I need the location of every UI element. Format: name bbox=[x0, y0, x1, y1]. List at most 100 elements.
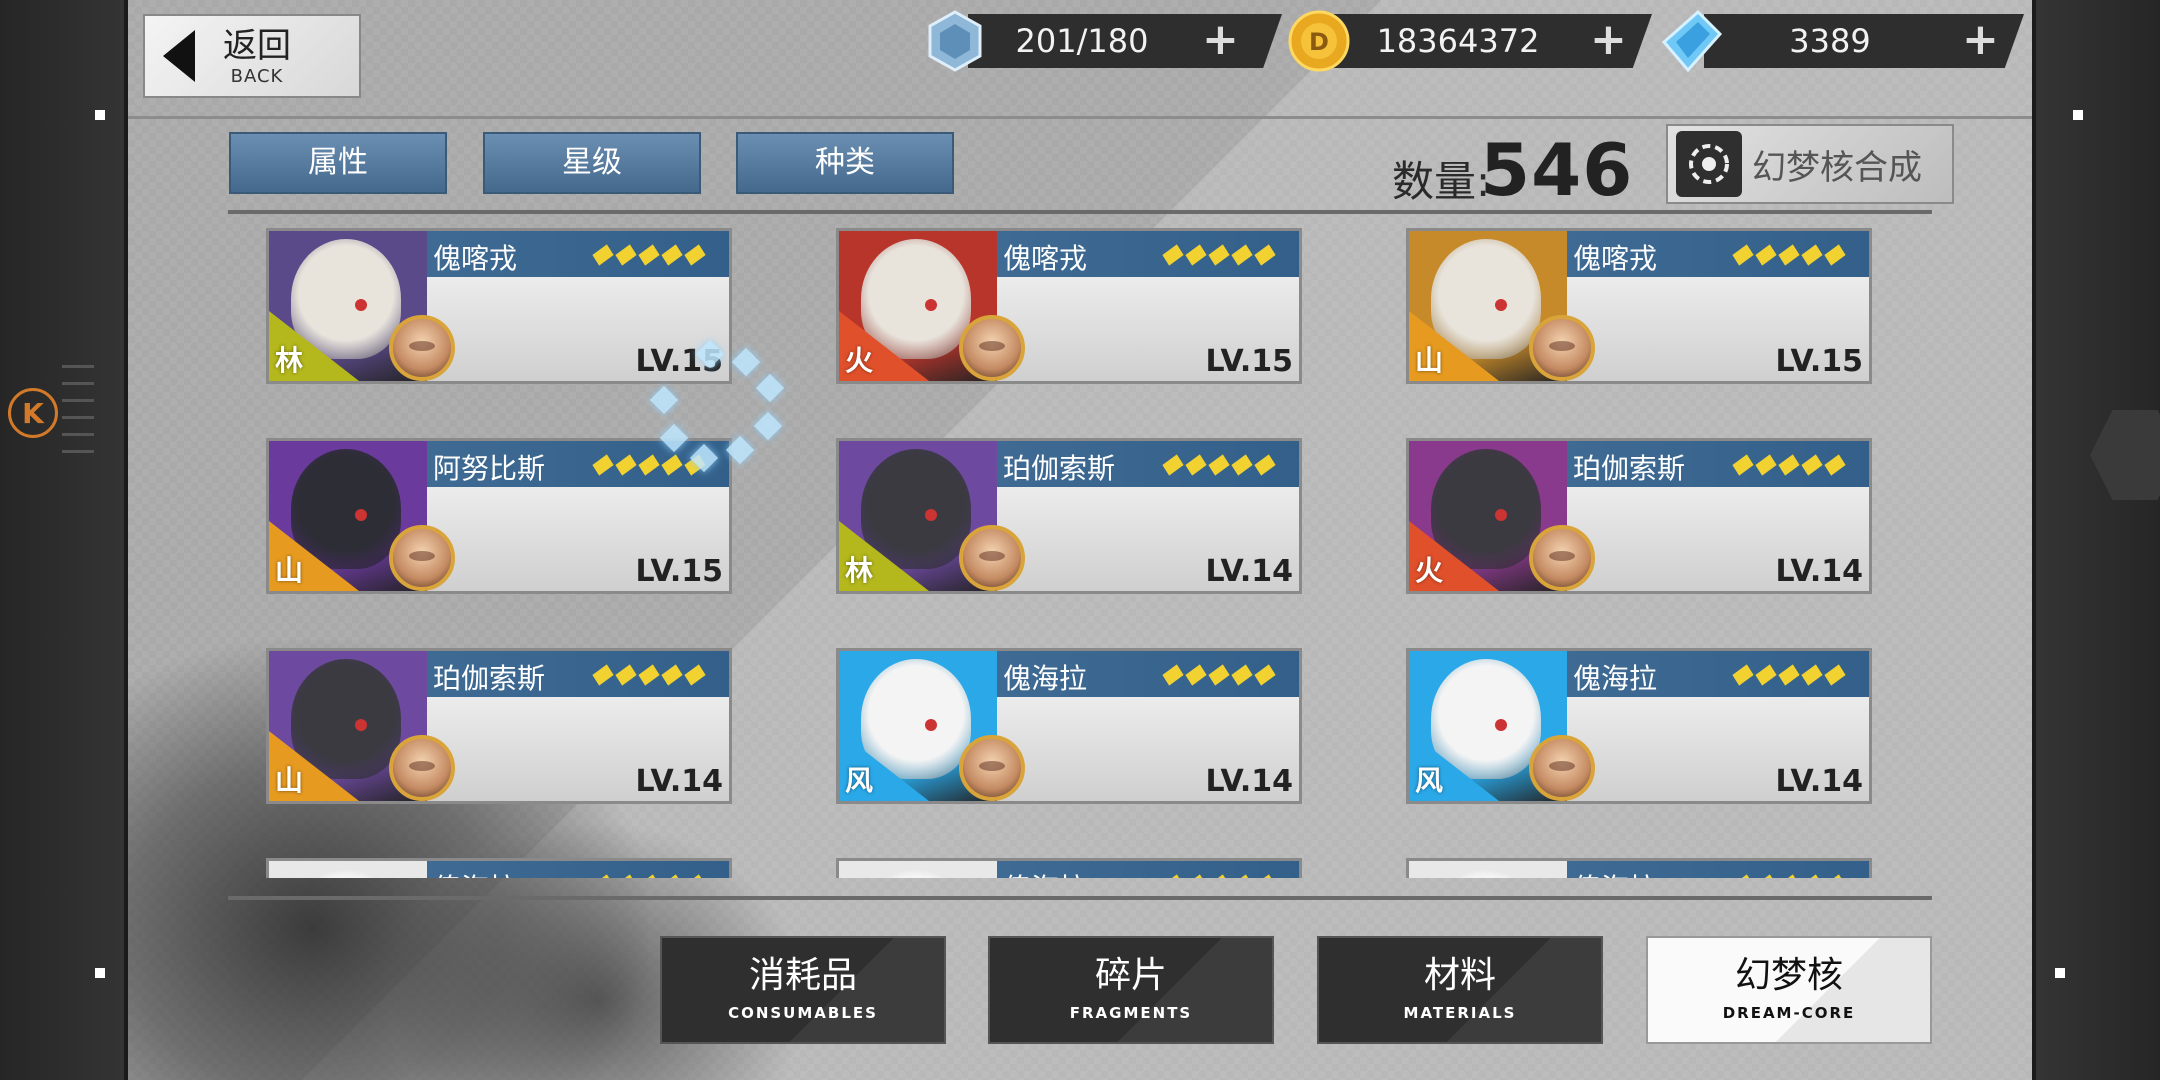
element-label: 火 bbox=[845, 344, 874, 377]
star-icon bbox=[1162, 664, 1184, 686]
star-icon bbox=[1231, 664, 1253, 686]
star-icon bbox=[1732, 874, 1754, 878]
resource-stamina: 201/180 + bbox=[922, 10, 1282, 72]
tab-materials[interactable]: 材料 MATERIALS bbox=[1317, 936, 1603, 1044]
star-icon bbox=[1208, 874, 1230, 878]
synthesis-label: 幻梦核合成 bbox=[1752, 147, 1922, 188]
grid-bottom-divider bbox=[228, 896, 1932, 900]
tab-materials-sublabel: MATERIALS bbox=[1403, 1004, 1517, 1022]
star-icon bbox=[1755, 664, 1777, 686]
card-body: LV.14 bbox=[997, 697, 1299, 801]
top-divider bbox=[128, 116, 2032, 119]
star-icon bbox=[1824, 244, 1846, 266]
card-name-bar: 珀伽索斯 bbox=[427, 651, 729, 697]
filter-type-button[interactable]: 种类 bbox=[736, 132, 954, 194]
dream-core-card[interactable]: 林 珀伽索斯 LV.14 bbox=[836, 438, 1302, 594]
diamond-value: 3389 bbox=[1789, 22, 1871, 60]
star-icon bbox=[592, 874, 614, 878]
card-name-bar: 傀海拉 bbox=[427, 861, 729, 878]
card-portrait bbox=[269, 861, 427, 878]
character-art bbox=[291, 869, 401, 878]
gold-add-button[interactable]: + bbox=[1590, 14, 1627, 68]
dream-core-card[interactable]: 风 傀海拉 LV.14 bbox=[1406, 648, 1872, 804]
card-portrait bbox=[1409, 861, 1567, 878]
owner-avatar bbox=[959, 315, 1025, 381]
dream-core-card[interactable]: 山 珀伽索斯 LV.14 bbox=[266, 648, 732, 804]
tab-consumables-label: 消耗品 bbox=[748, 955, 857, 996]
dream-core-card[interactable]: 傀海拉 bbox=[1406, 858, 1872, 878]
tab-consumables[interactable]: 消耗品 CONSUMABLES bbox=[660, 936, 946, 1044]
filter-star-button[interactable]: 星级 bbox=[483, 132, 701, 194]
card-name: 傀海拉 bbox=[1573, 867, 1657, 878]
side-k-label: K bbox=[22, 396, 44, 430]
star-icon bbox=[684, 874, 706, 878]
card-portrait bbox=[839, 861, 997, 878]
star-rating bbox=[1732, 874, 1846, 878]
dream-core-card[interactable]: 傀海拉 bbox=[836, 858, 1302, 878]
star-icon bbox=[661, 874, 683, 878]
tab-dream-core[interactable]: 幻梦核 DREAM-CORE bbox=[1646, 936, 1932, 1044]
tab-fragments[interactable]: 碎片 FRAGMENTS bbox=[988, 936, 1274, 1044]
owner-avatar bbox=[959, 525, 1025, 591]
star-rating bbox=[1162, 454, 1276, 476]
star-icon bbox=[1185, 664, 1207, 686]
tab-fragments-label: 碎片 bbox=[1094, 955, 1167, 996]
dream-core-card[interactable]: 火 傀喀戎 LV.15 bbox=[836, 228, 1302, 384]
element-label: 风 bbox=[1415, 764, 1444, 797]
synthesis-gear-icon bbox=[1676, 131, 1742, 197]
stamina-crystal-icon bbox=[928, 10, 982, 72]
star-icon bbox=[1755, 244, 1777, 266]
owner-avatar bbox=[389, 315, 455, 381]
side-k-button[interactable]: K bbox=[8, 388, 58, 438]
card-level: LV.15 bbox=[1775, 344, 1863, 379]
diamond-add-button[interactable]: + bbox=[1962, 14, 1999, 68]
back-button[interactable]: 返回 BACK bbox=[143, 14, 361, 98]
card-name: 傀海拉 bbox=[1573, 662, 1658, 695]
star-icon bbox=[638, 244, 660, 266]
count-value: 546 bbox=[1480, 128, 1634, 212]
star-icon bbox=[1732, 244, 1754, 266]
count-label: 数量: bbox=[1392, 157, 1491, 206]
star-icon bbox=[1755, 874, 1777, 878]
star-icon bbox=[1778, 874, 1800, 878]
filter-attribute-button[interactable]: 属性 bbox=[229, 132, 447, 194]
star-icon bbox=[1824, 664, 1846, 686]
card-name: 珀伽索斯 bbox=[433, 662, 546, 695]
dream-core-grid: 林傀喀戎 LV.15 火傀喀戎 LV.15 山傀喀戎 LV.15 山阿努比斯 LV.15 林珀伽… bbox=[228, 228, 1932, 878]
element-label: 山 bbox=[1415, 344, 1444, 377]
character-art bbox=[861, 869, 971, 878]
card-name: 傀海拉 bbox=[1003, 867, 1087, 878]
star-icon bbox=[615, 664, 637, 686]
card-body: LV.15 bbox=[1567, 277, 1869, 381]
star-icon bbox=[1778, 454, 1800, 476]
svg-text:D: D bbox=[1309, 28, 1329, 56]
star-icon bbox=[1162, 454, 1184, 476]
star-icon bbox=[1185, 874, 1207, 878]
card-level: LV.14 bbox=[635, 764, 723, 799]
stamina-add-button[interactable]: + bbox=[1202, 14, 1239, 68]
card-name-bar: 傀喀戎 bbox=[997, 231, 1299, 277]
star-icon bbox=[661, 244, 683, 266]
star-icon bbox=[1801, 664, 1823, 686]
star-icon bbox=[1755, 454, 1777, 476]
tab-dream-core-label: 幻梦核 bbox=[1734, 955, 1843, 996]
star-icon bbox=[592, 454, 614, 476]
dream-core-card[interactable]: 火 珀伽索斯 LV.14 bbox=[1406, 438, 1872, 594]
dream-core-card[interactable]: 风 傀海拉 LV.14 bbox=[836, 648, 1302, 804]
star-icon bbox=[1162, 874, 1184, 878]
dream-core-synthesis-button[interactable]: 幻梦核合成 bbox=[1666, 124, 1954, 204]
tab-fragments-sublabel: FRAGMENTS bbox=[1069, 1004, 1193, 1022]
star-icon bbox=[1824, 874, 1846, 878]
star-icon bbox=[1778, 244, 1800, 266]
star-icon bbox=[1231, 454, 1253, 476]
card-level: LV.14 bbox=[1205, 554, 1293, 589]
star-icon bbox=[1254, 244, 1276, 266]
dream-core-card[interactable]: 傀海拉 bbox=[266, 858, 732, 878]
card-name-bar: 珀伽索斯 bbox=[1567, 441, 1869, 487]
card-body: LV.14 bbox=[997, 487, 1299, 591]
star-icon bbox=[1208, 664, 1230, 686]
star-icon bbox=[684, 244, 706, 266]
star-icon bbox=[1231, 244, 1253, 266]
star-icon bbox=[661, 664, 683, 686]
dream-core-card[interactable]: 山 傀喀戎 LV.15 bbox=[1406, 228, 1872, 384]
